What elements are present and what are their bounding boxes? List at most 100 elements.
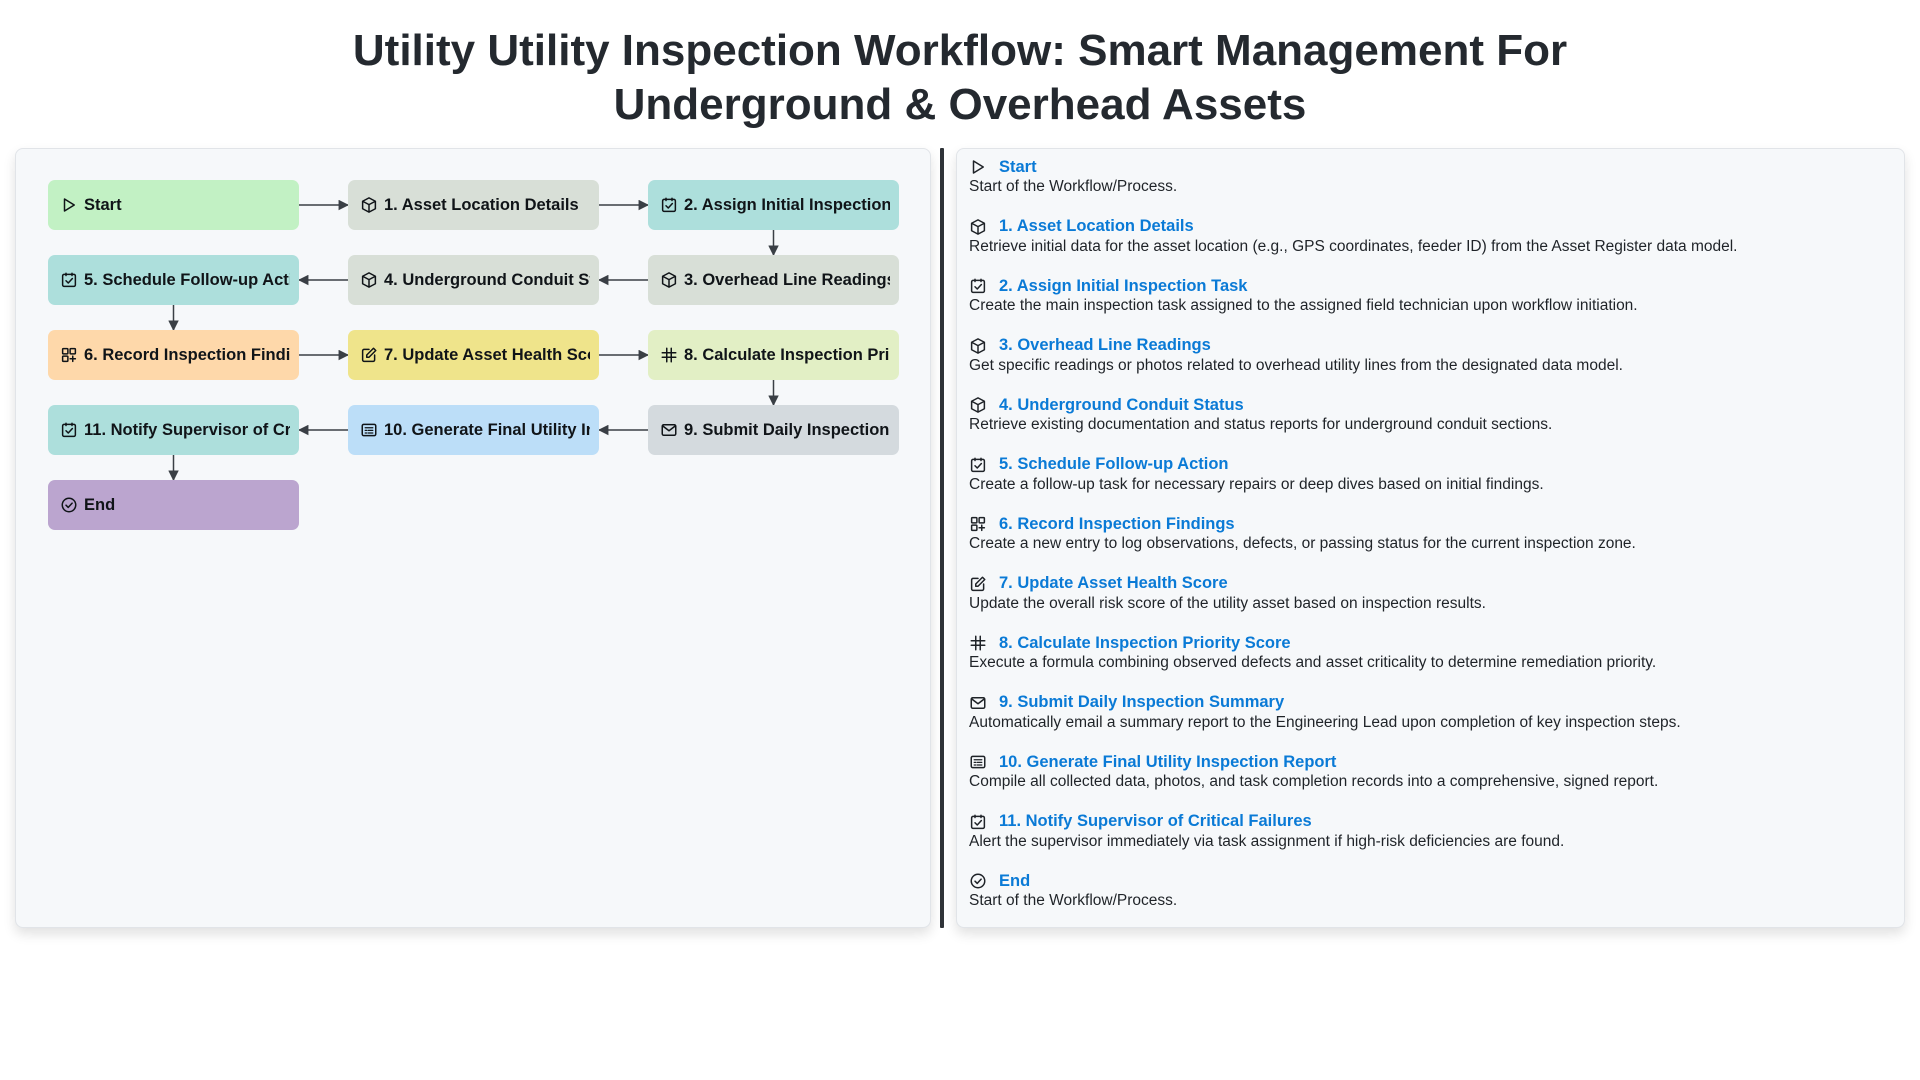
node-n7[interactable]: 7. Update Asset Health Score: [348, 330, 599, 380]
legend-panel: Start Start of the Workflow/Process. 1. As…: [956, 148, 1905, 928]
node-label: 8. Calculate Inspection Priority Score: [684, 345, 890, 364]
legend-item-name[interactable]: 10. Generate Final Utility Inspection Re…: [999, 753, 1336, 772]
node-n3[interactable]: 3. Overhead Line Readings: [648, 255, 899, 305]
node-label: 5. Schedule Follow-up Action: [84, 270, 290, 289]
node-end[interactable]: End: [48, 480, 299, 530]
checkbox-icon: [660, 196, 678, 214]
legend-item: 9. Submit Daily Inspection Summary Automa…: [969, 693, 1892, 733]
legend-list: Start Start of the Workflow/Process. 1. As…: [969, 157, 1892, 911]
legend-item: 2. Assign Initial Inspection Task Create …: [969, 276, 1892, 316]
node-start[interactable]: Start: [48, 180, 299, 230]
mail-icon: [660, 421, 678, 439]
legend-item-description: Retrieve initial data for the asset loca…: [969, 237, 1738, 255]
legend-item-header: 2. Assign Initial Inspection Task: [969, 276, 1892, 296]
node-n10[interactable]: 10. Generate Final Utility Inspection Re…: [348, 405, 599, 455]
legend-item: 5. Schedule Follow-up Action Create a fol…: [969, 455, 1892, 495]
legend-item: 10. Generate Final Utility Inspection Re…: [969, 752, 1892, 792]
diagram-panel: Start 1. Asset Location Details 2. Assign …: [15, 148, 931, 928]
checkbox-icon: [60, 271, 78, 289]
legend-item: End Start of the Workflow/Process.: [969, 871, 1892, 911]
node-n9[interactable]: 9. Submit Daily Inspection Summary: [648, 405, 899, 455]
node-label: 9. Submit Daily Inspection Summary: [684, 420, 890, 439]
cube-icon: [969, 337, 987, 355]
legend-item-name[interactable]: 9. Submit Daily Inspection Summary: [999, 693, 1284, 712]
legend-item-header: 6. Record Inspection Findings: [969, 514, 1892, 534]
node-n4[interactable]: 4. Underground Conduit Status: [348, 255, 599, 305]
node-label: Start: [84, 195, 122, 214]
checkbox-icon: [60, 421, 78, 439]
legend-item-description: Get specific readings or photos related …: [969, 356, 1623, 374]
legend-item-name[interactable]: 11. Notify Supervisor of Critical Failur…: [999, 812, 1312, 831]
legend-item-name[interactable]: 2. Assign Initial Inspection Task: [999, 277, 1247, 296]
legend-item-header: End: [969, 871, 1892, 891]
legend-item: 7. Update Asset Health Score Update the o…: [969, 574, 1892, 614]
legend-item-description: Start of the Workflow/Process.: [969, 892, 1178, 909]
legend-item-name[interactable]: Start: [999, 158, 1037, 177]
node-n5[interactable]: 5. Schedule Follow-up Action: [48, 255, 299, 305]
node-n11[interactable]: 11. Notify Supervisor of Critical Failur…: [48, 405, 299, 455]
checkbox-icon: [969, 813, 987, 831]
legend-item-header: Start: [969, 157, 1892, 177]
legend-item-name[interactable]: 1. Asset Location Details: [999, 217, 1194, 236]
legend-item: Start Start of the Workflow/Process.: [969, 157, 1892, 197]
node-n8[interactable]: 8. Calculate Inspection Priority Score: [648, 330, 899, 380]
node-label: 6. Record Inspection Findings: [84, 345, 290, 364]
legend-item: 1. Asset Location Details Retrieve initia…: [969, 217, 1892, 257]
legend-item-name[interactable]: 8. Calculate Inspection Priority Score: [999, 634, 1291, 653]
node-n1[interactable]: 1. Asset Location Details: [348, 180, 599, 230]
legend-item-description: Execute a formula combining observed def…: [969, 654, 1657, 671]
legend-item-description: Alert the supervisor immediately via tas…: [969, 832, 1565, 850]
page-title: Utility Utility Inspection Workflow: Sma…: [0, 24, 1920, 132]
node-n2[interactable]: 2. Assign Initial Inspection Task: [648, 180, 899, 230]
node-label: 4. Underground Conduit Status: [384, 270, 590, 289]
legend-item-name[interactable]: 6. Record Inspection Findings: [999, 515, 1235, 534]
legend-item-header: 5. Schedule Follow-up Action: [969, 455, 1892, 475]
mail-icon: [969, 694, 987, 712]
check-circle-icon: [969, 872, 987, 890]
legend-item-header: 4. Underground Conduit Status: [969, 395, 1892, 415]
cube-icon: [360, 271, 378, 289]
node-label: 1. Asset Location Details: [384, 195, 579, 214]
node-label: End: [84, 495, 116, 514]
edit-icon: [360, 346, 378, 364]
page-title-line-2: Underground & Overhead Assets: [613, 80, 1307, 129]
legend-item-header: 10. Generate Final Utility Inspection Re…: [969, 752, 1892, 772]
node-label: 7. Update Asset Health Score: [384, 345, 590, 364]
legend-item-description: Create a follow-up task for necessary re…: [969, 475, 1544, 493]
checkbox-icon: [969, 456, 987, 474]
page-title-line-1: Utility Utility Inspection Workflow: Sma…: [352, 26, 1568, 75]
legend-item-name[interactable]: 5. Schedule Follow-up Action: [999, 455, 1228, 474]
legend-item-description: Retrieve existing documentation and stat…: [969, 416, 1553, 433]
node-label: 2. Assign Initial Inspection Task: [684, 195, 890, 214]
legend-item-header: 3. Overhead Line Readings: [969, 336, 1892, 356]
legend-item-header: 7. Update Asset Health Score: [969, 574, 1892, 594]
legend-item: 6. Record Inspection Findings Create a ne…: [969, 514, 1892, 554]
grid-plus-icon: [969, 515, 987, 533]
legend-item-description: Create a new entry to log observations, …: [969, 535, 1636, 552]
legend-item-header: 1. Asset Location Details: [969, 217, 1892, 237]
hash-icon: [660, 346, 678, 364]
legend-item: 3. Overhead Line Readings Get specific re…: [969, 336, 1892, 376]
edit-icon: [969, 575, 987, 593]
report-icon: [360, 421, 378, 439]
legend-item-name[interactable]: 7. Update Asset Health Score: [999, 574, 1228, 593]
legend-item: 4. Underground Conduit Status Retrieve ex…: [969, 395, 1892, 435]
cube-icon: [660, 271, 678, 289]
checkbox-icon: [969, 277, 987, 295]
legend-item-description: Update the overall risk score of the uti…: [969, 594, 1486, 612]
cube-icon: [969, 218, 987, 236]
node-label: 3. Overhead Line Readings: [684, 270, 890, 289]
panel-splitter[interactable]: [940, 148, 944, 928]
legend-item-description: Automatically email a summary report to …: [969, 713, 1681, 731]
node-n6[interactable]: 6. Record Inspection Findings: [48, 330, 299, 380]
cube-icon: [360, 196, 378, 214]
legend-item-name[interactable]: End: [999, 872, 1030, 891]
report-icon: [969, 753, 987, 771]
legend-item-name[interactable]: 4. Underground Conduit Status: [999, 396, 1244, 415]
legend-item-name[interactable]: 3. Overhead Line Readings: [999, 336, 1211, 355]
play-icon: [60, 196, 78, 214]
legend-item-header: 9. Submit Daily Inspection Summary: [969, 693, 1892, 713]
legend-item: 8. Calculate Inspection Priority Score Ex…: [969, 633, 1892, 673]
cube-icon: [969, 396, 987, 414]
node-label: 10. Generate Final Utility Inspection Re…: [384, 420, 590, 439]
